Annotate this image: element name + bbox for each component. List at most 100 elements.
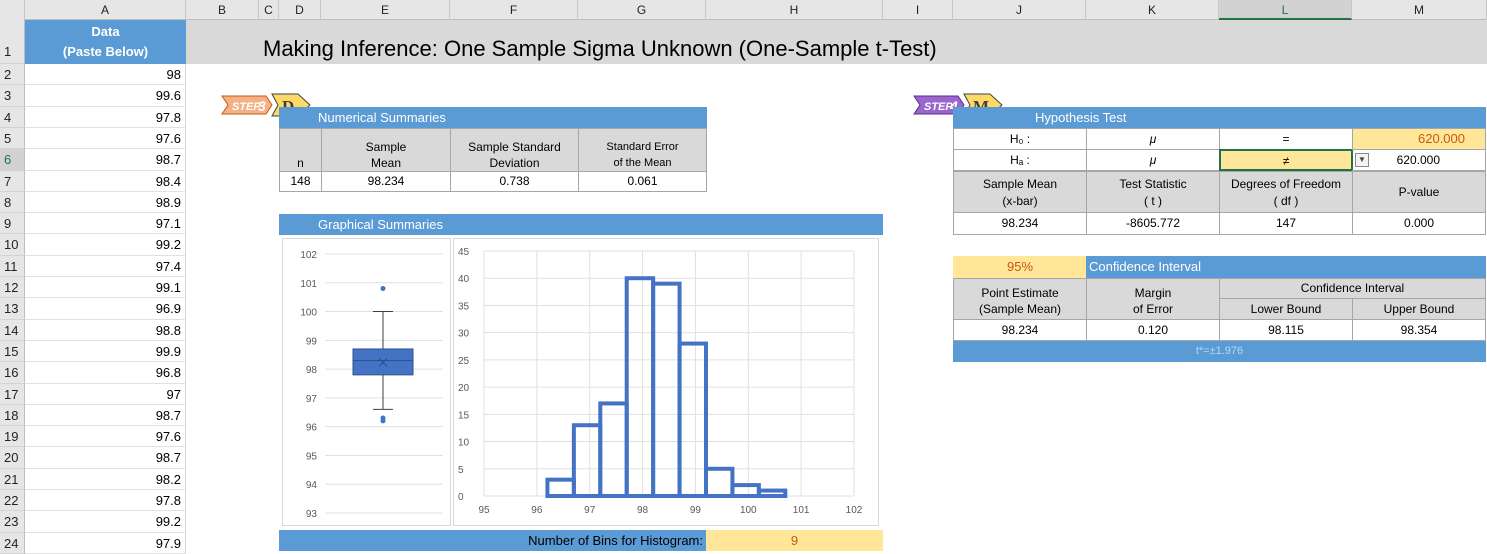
data-cell[interactable]: 98.4 xyxy=(25,170,186,192)
column-header-h[interactable]: H xyxy=(706,0,883,20)
row-header-12[interactable]: 12 xyxy=(0,277,25,299)
data-cell[interactable]: 99.2 xyxy=(25,234,186,256)
row-header-22[interactable]: 22 xyxy=(0,490,25,512)
column-header-k[interactable]: K xyxy=(1086,0,1219,20)
ht-mean-header: Sample Mean (x-bar) xyxy=(953,171,1087,213)
mean-value[interactable]: 98.234 xyxy=(321,171,451,192)
row-header-11[interactable]: 11 xyxy=(0,255,25,278)
data-cell[interactable]: 99.2 xyxy=(25,511,186,533)
data-cell[interactable]: 97.6 xyxy=(25,127,186,150)
histogram-ytick: 20 xyxy=(458,383,470,394)
column-header-e[interactable]: E xyxy=(321,0,450,20)
data-cell[interactable]: 97.8 xyxy=(25,106,186,128)
row-header-13[interactable]: 13 xyxy=(0,298,25,320)
row-header-21[interactable]: 21 xyxy=(0,468,25,491)
svg-text:STEP: STEP xyxy=(924,101,953,113)
histogram-xtick: 99 xyxy=(690,505,702,516)
column-header-d[interactable]: D xyxy=(279,0,321,20)
data-cell[interactable]: 97.9 xyxy=(25,532,186,554)
ci-lower-value[interactable]: 98.115 xyxy=(1219,319,1353,341)
column-header-m[interactable]: M xyxy=(1352,0,1487,20)
data-header[interactable]: Data (Paste Below) xyxy=(25,20,186,64)
ht-t-header: Test Statistic ( t ) xyxy=(1086,171,1220,213)
boxplot-chart[interactable]: 93 94 95 96 97 98 99 100 101 102 xyxy=(282,238,451,526)
ci-margin-value[interactable]: 0.120 xyxy=(1086,319,1220,341)
n-value[interactable]: 148 xyxy=(279,171,322,192)
data-cell[interactable]: 96.8 xyxy=(25,362,186,384)
histogram-bar xyxy=(598,401,629,498)
data-header-line1: Data xyxy=(91,24,120,39)
data-cell[interactable]: 98.7 xyxy=(25,404,186,427)
data-cell[interactable]: 97.4 xyxy=(25,255,186,278)
row-header-14[interactable]: 14 xyxy=(0,319,25,341)
row-header-9[interactable]: 9 xyxy=(0,213,25,235)
data-cell[interactable]: 97 xyxy=(25,383,186,405)
row-header-24[interactable]: 24 xyxy=(0,532,25,554)
histogram-ytick: 15 xyxy=(458,410,470,421)
column-header-j[interactable]: J xyxy=(953,0,1086,20)
column-header-b[interactable]: B xyxy=(186,0,259,20)
column-header-c[interactable]: C xyxy=(259,0,279,20)
ht-pvalue-value[interactable]: 0.000 xyxy=(1352,212,1486,235)
bins-input[interactable]: 9 xyxy=(706,530,883,551)
row-header-6[interactable]: 6 xyxy=(0,149,25,171)
ci-point-value[interactable]: 98.234 xyxy=(953,319,1087,341)
boxplot-ytick: 96 xyxy=(306,423,318,434)
data-cell[interactable]: 98.7 xyxy=(25,447,186,469)
row-header-19[interactable]: 19 xyxy=(0,426,25,448)
h0-label: H₀ : xyxy=(953,128,1087,150)
mean-header: Sample Mean xyxy=(321,128,451,172)
h0-value-input[interactable]: 620.000 xyxy=(1352,128,1486,150)
row-header-10[interactable]: 10 xyxy=(0,234,25,256)
ht-pvalue-header: P-value xyxy=(1352,171,1486,213)
ht-df-value[interactable]: 147 xyxy=(1219,212,1353,235)
column-header-f[interactable]: F xyxy=(450,0,578,20)
row-header-5[interactable]: 5 xyxy=(0,127,25,150)
row-header-3[interactable]: 3 xyxy=(0,85,25,107)
column-header-l[interactable]: L xyxy=(1219,0,1352,20)
row-header-2[interactable]: 2 xyxy=(0,64,25,86)
data-cell[interactable]: 98.9 xyxy=(25,191,186,214)
select-all-corner[interactable] xyxy=(0,0,25,20)
data-cell[interactable]: 97.6 xyxy=(25,426,186,448)
histogram-bar xyxy=(651,281,682,498)
data-cell[interactable]: 97.1 xyxy=(25,213,186,235)
sd-value[interactable]: 0.738 xyxy=(450,171,579,192)
histogram-ytick: 0 xyxy=(458,492,464,503)
row-header-20[interactable]: 20 xyxy=(0,447,25,469)
ci-upper-value[interactable]: 98.354 xyxy=(1352,319,1486,341)
boxplot-ytick: 97 xyxy=(306,394,318,405)
row-header-7[interactable]: 7 xyxy=(0,170,25,192)
row-header-15[interactable]: 15 xyxy=(0,340,25,363)
tstar-footer: t*=±1.976 xyxy=(953,341,1486,362)
row-header-17[interactable]: 17 xyxy=(0,383,25,405)
boxplot-ytick: 99 xyxy=(306,336,318,347)
data-cell[interactable]: 99.1 xyxy=(25,277,186,299)
row-header-8[interactable]: 8 xyxy=(0,191,25,214)
data-cell[interactable]: 97.8 xyxy=(25,490,186,512)
row-header-1[interactable]: 1 xyxy=(0,20,25,64)
histogram-xtick: 101 xyxy=(793,505,810,516)
data-cell[interactable]: 98.8 xyxy=(25,319,186,341)
histogram-xtick: 97 xyxy=(584,505,596,516)
data-cell[interactable]: 98.2 xyxy=(25,468,186,491)
data-cell[interactable]: 96.9 xyxy=(25,298,186,320)
histogram-bar xyxy=(704,466,735,498)
data-cell[interactable]: 98.7 xyxy=(25,149,186,171)
ht-mean-value[interactable]: 98.234 xyxy=(953,212,1087,235)
row-header-18[interactable]: 18 xyxy=(0,404,25,427)
row-header-4[interactable]: 4 xyxy=(0,106,25,128)
column-header-i[interactable]: I xyxy=(883,0,953,20)
ha-operator-select[interactable]: ≠ xyxy=(1219,149,1353,171)
data-cell[interactable]: 99.9 xyxy=(25,340,186,363)
se-value[interactable]: 0.061 xyxy=(578,171,707,192)
column-header-a[interactable]: A xyxy=(25,0,186,20)
data-cell[interactable]: 99.6 xyxy=(25,85,186,107)
row-header-16[interactable]: 16 xyxy=(0,362,25,384)
column-header-g[interactable]: G xyxy=(578,0,706,20)
ht-t-value[interactable]: -8605.772 xyxy=(1086,212,1220,235)
row-header-23[interactable]: 23 xyxy=(0,511,25,533)
confidence-level-input[interactable]: 95% xyxy=(953,256,1087,278)
data-cell[interactable]: 98 xyxy=(25,64,186,86)
histogram-chart[interactable]: 0 5 10 15 20 25 30 35 40 45 95 96 97 98 99 100 101 102 xyxy=(453,238,879,526)
